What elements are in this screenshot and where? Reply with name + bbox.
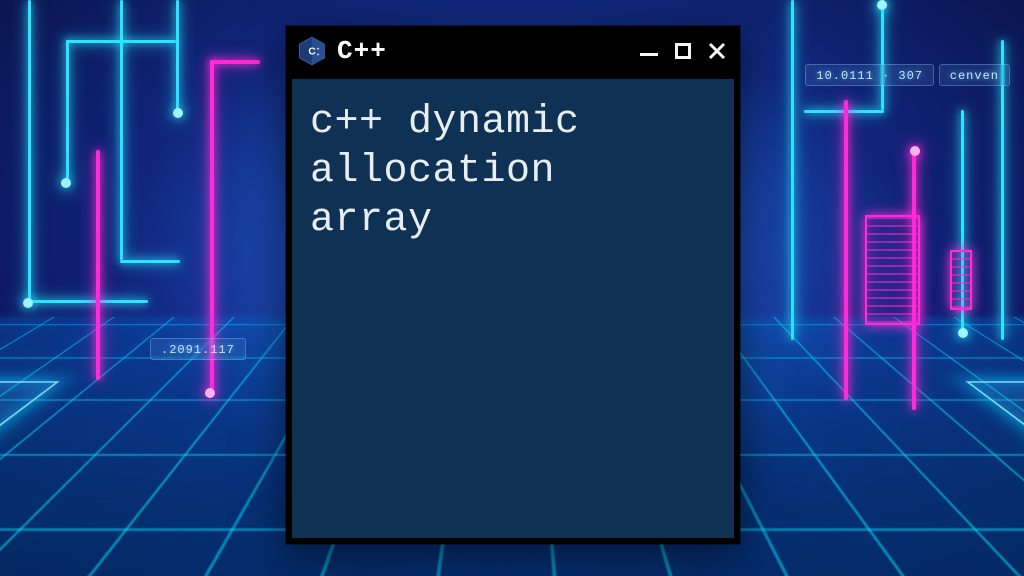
- trace-node: [205, 388, 215, 398]
- svg-text:+: +: [317, 47, 320, 52]
- trace-line: [791, 0, 794, 340]
- bg-label-right-b: cenven: [939, 64, 1010, 86]
- trace-node: [61, 178, 71, 188]
- trace-node: [877, 0, 887, 10]
- minimize-button[interactable]: [639, 41, 659, 61]
- trace-line: [210, 60, 260, 64]
- window-client-area: c++ dynamic allocation array: [292, 79, 734, 538]
- body-text: c++ dynamic allocation array: [310, 99, 716, 245]
- window-controls: [639, 41, 727, 61]
- app-window: C + + C++ c++ dynamic allocation array: [286, 26, 740, 544]
- maximize-icon: [675, 43, 691, 59]
- trace-line: [120, 0, 123, 260]
- close-icon: [707, 41, 727, 61]
- trace-line: [28, 0, 31, 300]
- trace-line: [120, 260, 180, 263]
- bg-label-left: .2091.117: [150, 338, 246, 360]
- glow-panel: [950, 250, 972, 310]
- trace-line: [881, 0, 884, 110]
- window-title: C++: [337, 36, 387, 66]
- svg-text:+: +: [317, 53, 320, 58]
- close-button[interactable]: [707, 41, 727, 61]
- svg-text:C: C: [308, 47, 316, 58]
- trace-node: [173, 108, 183, 118]
- trace-line: [844, 100, 848, 400]
- titlebar[interactable]: C + + C++: [287, 27, 739, 75]
- trace-line: [66, 40, 69, 180]
- bg-label-right-a: 10.0111 · 307: [805, 64, 934, 86]
- glow-panel: [865, 215, 920, 325]
- trace-node: [23, 298, 33, 308]
- trace-line: [28, 300, 148, 303]
- trace-node: [958, 328, 968, 338]
- trace-line: [176, 0, 179, 110]
- cpp-logo-icon: C + +: [297, 36, 327, 66]
- minimize-icon: [640, 53, 658, 56]
- maximize-button[interactable]: [673, 41, 693, 61]
- trace-node: [910, 146, 920, 156]
- trace-line: [96, 150, 100, 380]
